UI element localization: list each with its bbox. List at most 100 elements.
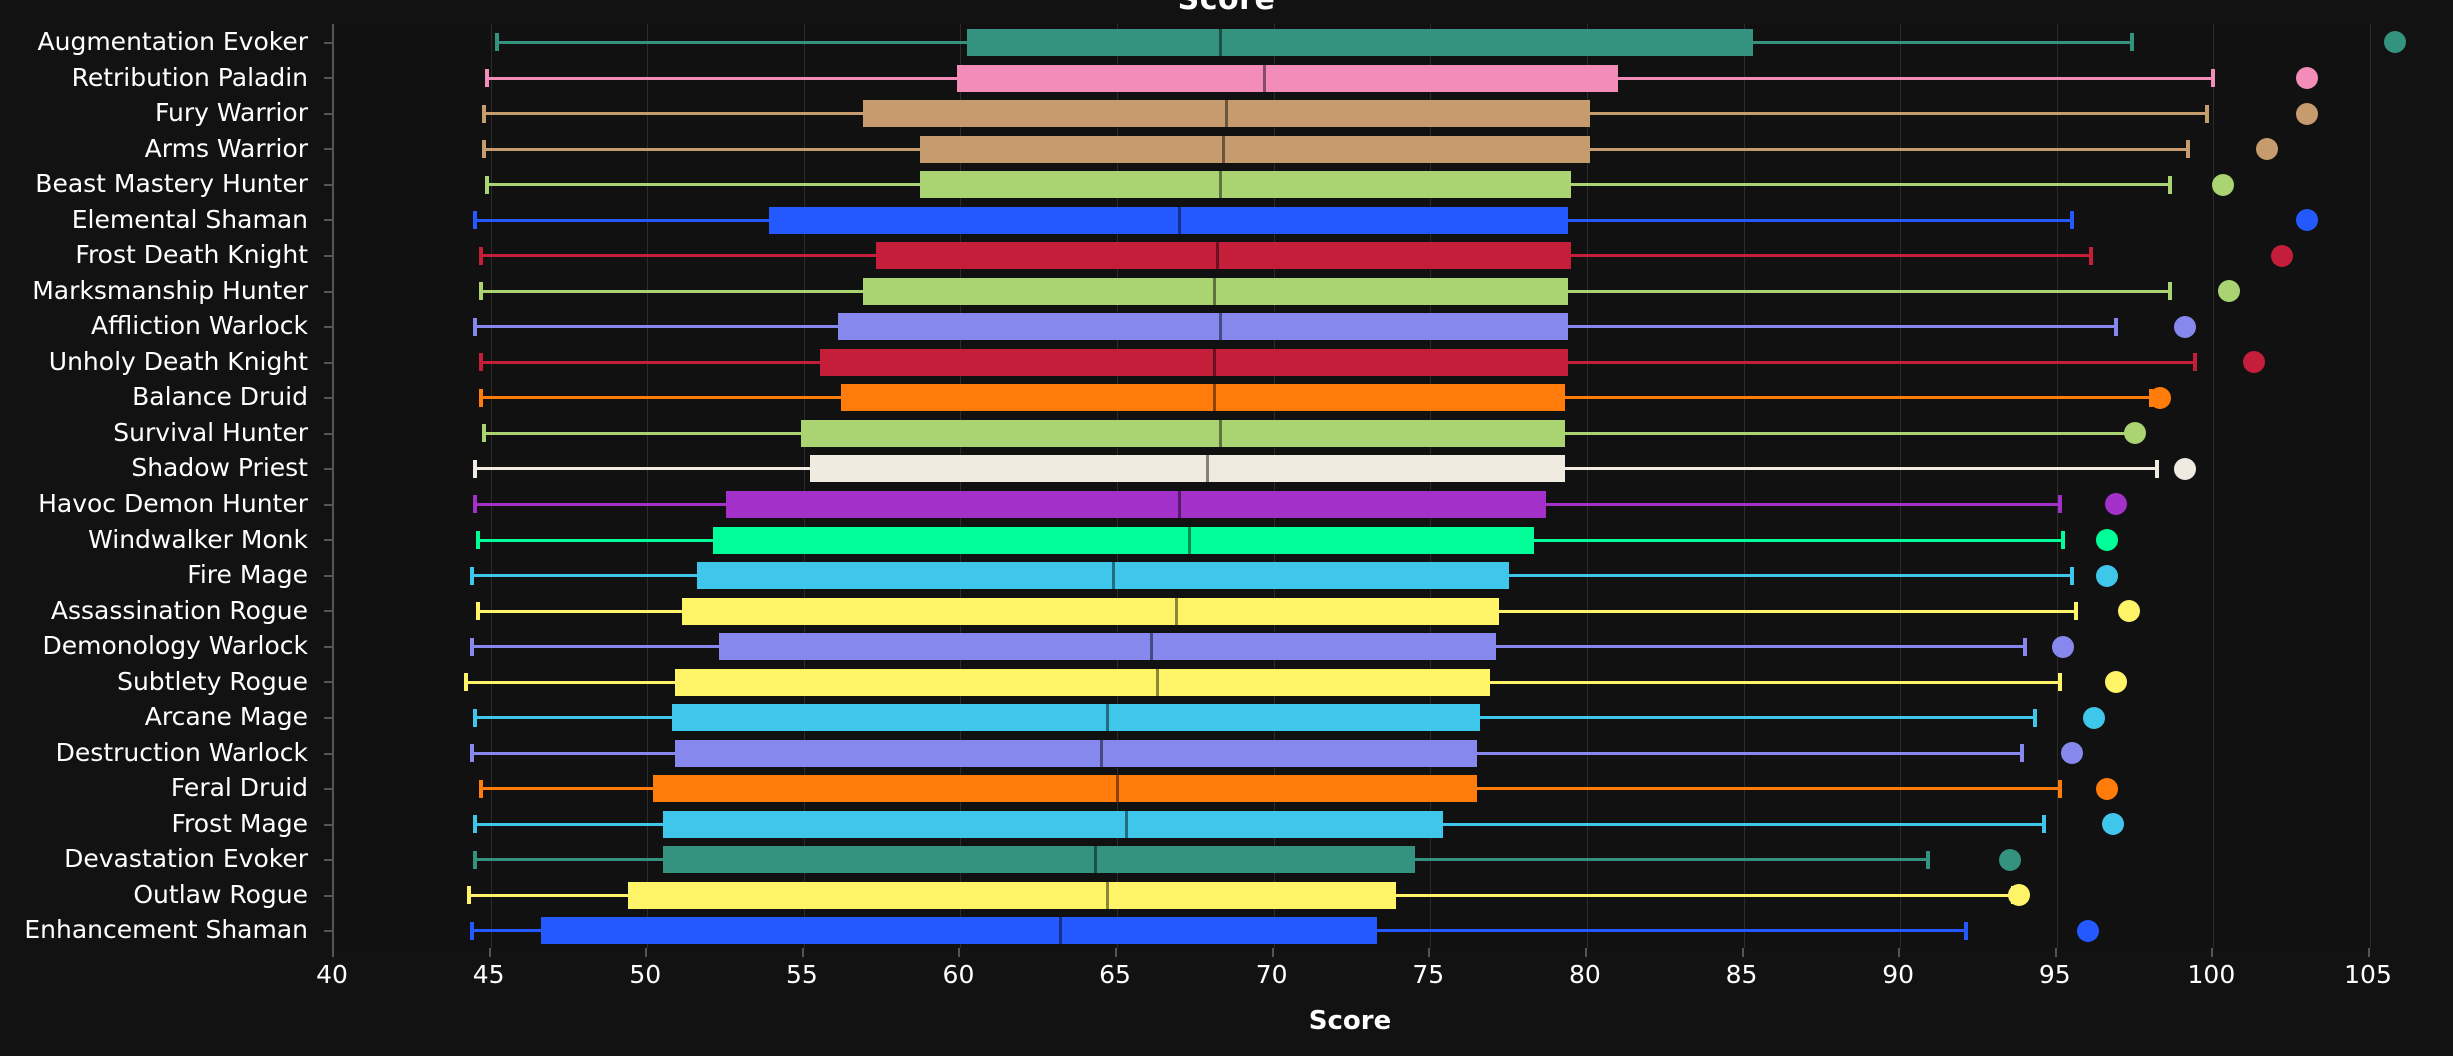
boxplot-row[interactable]: [334, 344, 2370, 381]
outlier-point[interactable]: [2083, 706, 2106, 729]
boxplot-row[interactable]: [334, 308, 2370, 345]
boxplot-row[interactable]: [334, 806, 2370, 843]
outlier-point[interactable]: [2174, 457, 2197, 480]
whisker-cap-low: [472, 211, 477, 230]
box-iqr[interactable]: [662, 846, 1415, 874]
box-iqr[interactable]: [819, 348, 1569, 376]
y-tick: [324, 432, 332, 435]
boxplot-row[interactable]: [334, 699, 2370, 736]
outlier-point[interactable]: [2117, 600, 2140, 623]
box-iqr[interactable]: [697, 562, 1509, 590]
x-tick: [645, 948, 648, 957]
boxplot-row[interactable]: [334, 557, 2370, 594]
outlier-point[interactable]: [2052, 635, 2075, 658]
y-axis-label-outlaw-rogue: Outlaw Rogue: [133, 879, 308, 909]
box-iqr[interactable]: [725, 490, 1547, 518]
outlier-point[interactable]: [2255, 138, 2278, 161]
outlier-point[interactable]: [2271, 244, 2294, 267]
box-iqr[interactable]: [966, 28, 1753, 56]
y-axis-label-affliction-warlock: Affliction Warlock: [91, 311, 308, 341]
y-tick: [324, 361, 332, 364]
whisker-cap-high: [2129, 33, 2134, 52]
boxplot-row[interactable]: [334, 95, 2370, 132]
median-line: [1218, 313, 1222, 341]
boxplot-row[interactable]: [334, 593, 2370, 630]
box-iqr[interactable]: [919, 135, 1591, 163]
box-iqr[interactable]: [675, 739, 1478, 767]
boxplot-row[interactable]: [334, 24, 2407, 61]
outlier-point[interactable]: [2124, 422, 2147, 445]
boxplot-row[interactable]: [334, 379, 2370, 416]
outlier-point[interactable]: [2296, 209, 2319, 232]
outlier-point[interactable]: [2211, 173, 2234, 196]
median-line: [1106, 881, 1110, 909]
outlier-point[interactable]: [1998, 848, 2021, 871]
boxplot-row[interactable]: [334, 237, 2370, 274]
whisker-cap-high: [2167, 175, 2172, 194]
outlier-point[interactable]: [2077, 919, 2100, 942]
boxplot-row[interactable]: [334, 273, 2370, 310]
box-iqr[interactable]: [919, 171, 1572, 199]
box-iqr[interactable]: [769, 206, 1569, 234]
whisker-cap-high: [2023, 637, 2028, 656]
whisker-cap-high: [2070, 566, 2075, 585]
boxplot-row[interactable]: [334, 628, 2370, 665]
y-tick: [324, 788, 332, 791]
whisker-cap-low: [482, 424, 487, 443]
outlier-point[interactable]: [2061, 742, 2084, 765]
box-iqr[interactable]: [957, 64, 1619, 92]
x-tick-label: 100: [2187, 960, 2236, 989]
boxplot-row[interactable]: [334, 841, 2370, 878]
boxplot-row[interactable]: [334, 770, 2370, 807]
boxplot-row[interactable]: [334, 912, 2370, 949]
outlier-point[interactable]: [2149, 386, 2172, 409]
boxplot-row[interactable]: [334, 735, 2370, 772]
outlier-point[interactable]: [2105, 671, 2128, 694]
box-iqr[interactable]: [875, 242, 1572, 270]
outlier-point[interactable]: [2218, 280, 2241, 303]
outlier-point[interactable]: [2384, 31, 2407, 54]
outlier-point[interactable]: [2095, 529, 2118, 551]
box-iqr[interactable]: [653, 775, 1478, 803]
boxplot-row[interactable]: [334, 166, 2370, 203]
outlier-point[interactable]: [2296, 102, 2319, 125]
box-iqr[interactable]: [681, 597, 1500, 625]
box-iqr[interactable]: [713, 526, 1534, 554]
box-iqr[interactable]: [675, 668, 1490, 696]
box-iqr[interactable]: [841, 384, 1565, 412]
boxplot-row[interactable]: [334, 450, 2370, 487]
boxplot-row[interactable]: [334, 877, 2370, 914]
box-iqr[interactable]: [719, 633, 1497, 661]
outlier-point[interactable]: [2102, 813, 2125, 836]
outlier-point[interactable]: [2174, 315, 2197, 338]
boxplot-row[interactable]: [334, 664, 2370, 701]
boxplot-row[interactable]: [334, 202, 2370, 239]
boxplot-row[interactable]: [334, 522, 2370, 559]
whisker-cap-high: [2057, 495, 2062, 514]
outlier-point[interactable]: [2095, 564, 2118, 587]
box-iqr[interactable]: [672, 704, 1481, 732]
y-tick: [324, 219, 332, 222]
boxplot-row[interactable]: [334, 60, 2370, 97]
box-iqr[interactable]: [628, 881, 1396, 909]
median-line: [1178, 490, 1182, 518]
outlier-point[interactable]: [2095, 777, 2118, 800]
outlier-point[interactable]: [2008, 884, 2031, 907]
outlier-point[interactable]: [2296, 67, 2319, 89]
box-iqr[interactable]: [540, 917, 1378, 945]
box-iqr[interactable]: [810, 455, 1565, 483]
boxplot-row[interactable]: [334, 131, 2370, 168]
outlier-point[interactable]: [2243, 351, 2266, 374]
box-iqr[interactable]: [838, 313, 1569, 341]
plot-area: [332, 24, 2407, 949]
whisker-cap-high: [2070, 211, 2075, 230]
box-iqr[interactable]: [863, 277, 1569, 305]
median-line: [1175, 597, 1179, 625]
outlier-point[interactable]: [2105, 493, 2128, 516]
box-iqr[interactable]: [662, 810, 1443, 838]
box-iqr[interactable]: [800, 419, 1565, 447]
whisker-cap-low: [472, 495, 477, 514]
y-axis-label-arcane-mage: Arcane Mage: [144, 702, 308, 732]
boxplot-row[interactable]: [334, 415, 2370, 452]
boxplot-row[interactable]: [334, 486, 2370, 523]
